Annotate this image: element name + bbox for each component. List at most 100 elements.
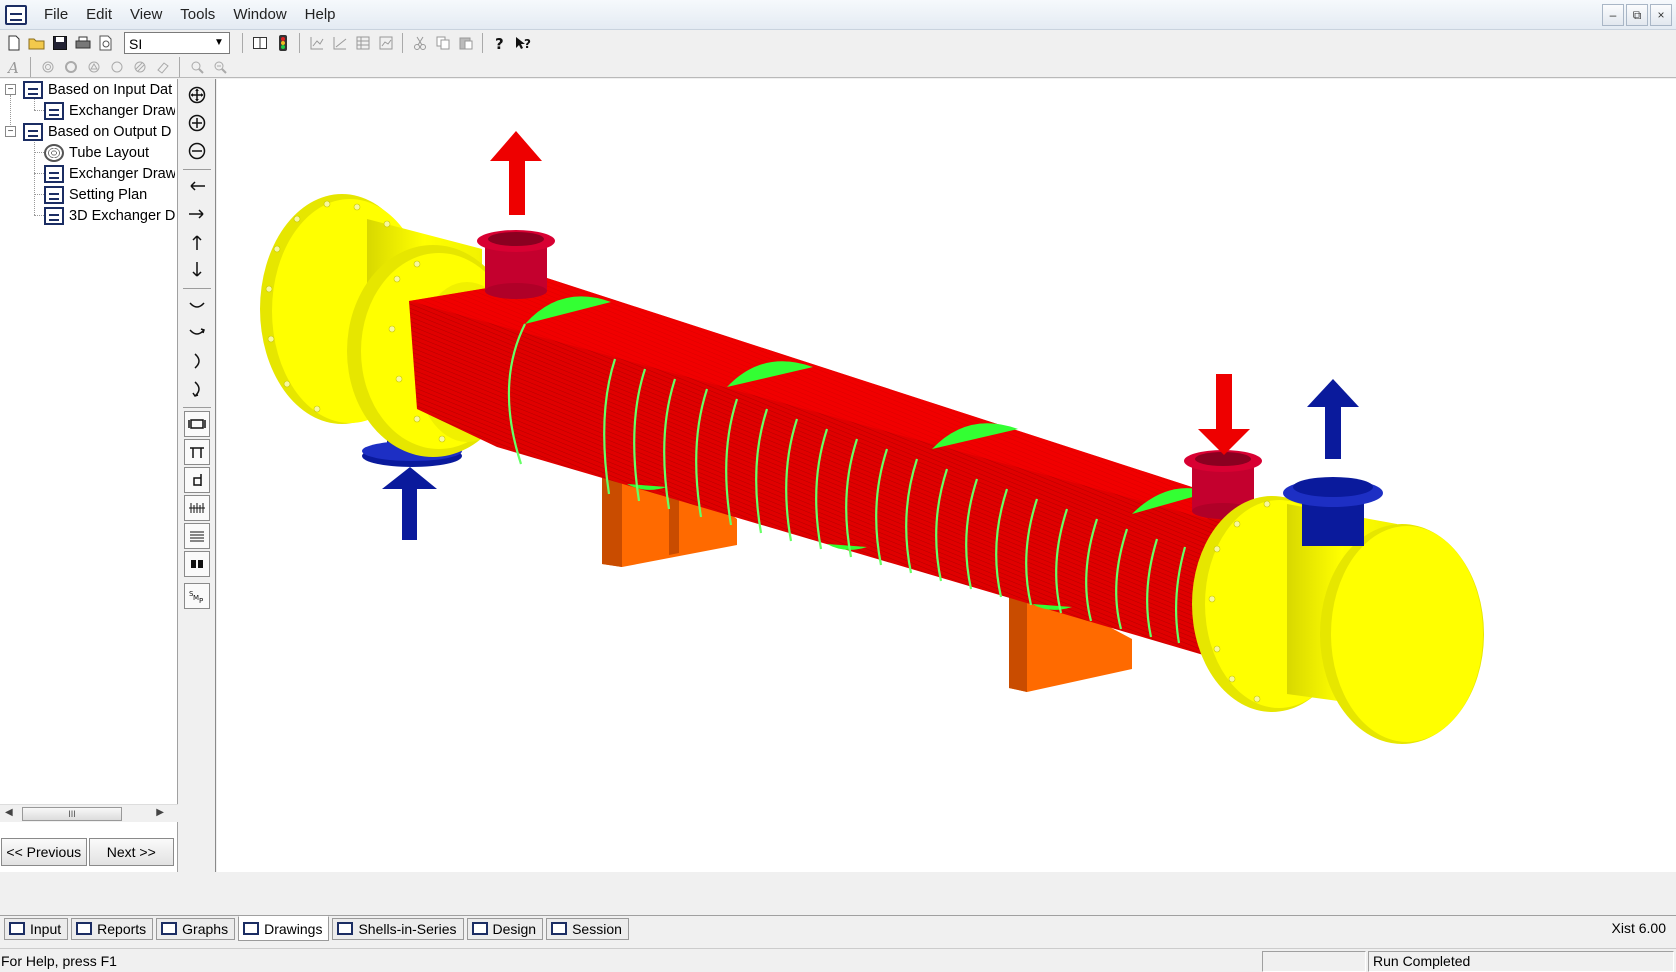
restore-button[interactable]: ⧉ (1626, 4, 1648, 26)
run-traffic-light-icon[interactable] (272, 33, 293, 54)
show-baffles-toggle-icon[interactable] (184, 495, 210, 521)
tab-label: Shells-in-Series (358, 920, 457, 937)
reports-icon (76, 922, 93, 935)
next-button[interactable]: Next >> (88, 838, 174, 866)
arrow-up-icon[interactable] (184, 229, 210, 255)
tab-input[interactable]: Input (4, 917, 69, 940)
tree-item-input-data[interactable]: − Based on Input Dat (5, 79, 175, 100)
collapse-icon[interactable]: − (5, 126, 16, 137)
scroll-right-icon[interactable]: ▶ (156, 807, 164, 818)
menu-edit[interactable]: Edit (77, 0, 121, 30)
tab-label: Design (492, 920, 537, 937)
tab-label: Input (30, 920, 62, 937)
open-folder-icon[interactable] (26, 33, 47, 54)
collapse-icon[interactable]: − (5, 84, 16, 95)
scroll-left-icon[interactable]: ◀ (5, 807, 13, 818)
show-supports-toggle-icon[interactable] (184, 551, 210, 577)
chevron-down-icon[interactable]: ▼ (211, 34, 227, 52)
tree-item-setting-plan[interactable]: Setting Plan (44, 184, 175, 205)
labels-toggle-icon[interactable]: SMP (184, 583, 210, 609)
tree-item-label: Exchanger Draw (69, 102, 175, 119)
exchanger-3d-drawing (260, 131, 1484, 744)
arrow-left-icon[interactable] (184, 173, 210, 199)
shell-body (409, 278, 1232, 659)
graph-icon[interactable] (329, 33, 350, 54)
tube-layout-icon (44, 143, 64, 162)
ellipse-tool-icon[interactable] (106, 56, 127, 77)
eraser-tool-icon[interactable] (152, 56, 173, 77)
menu-view[interactable]: View (121, 0, 171, 30)
tab-design[interactable]: Design (466, 917, 544, 940)
tab-session[interactable]: Session (546, 917, 629, 940)
ring-tool-icon[interactable] (60, 56, 81, 77)
previous-button[interactable]: << Previous (1, 838, 87, 866)
menu-file[interactable]: File (35, 0, 77, 30)
zoom-in-icon[interactable] (184, 110, 210, 136)
cut-icon[interactable] (409, 33, 430, 54)
drawing-toolbar: A (0, 56, 1676, 78)
show-shell-toggle-icon[interactable] (184, 411, 210, 437)
rotate-up-icon[interactable] (184, 292, 210, 318)
tree-item-exchanger-drawing-input[interactable]: Exchanger Draw (44, 100, 175, 121)
triangle-tool-icon[interactable] (83, 56, 104, 77)
print-icon[interactable] (72, 33, 93, 54)
tab-drawings[interactable]: Drawings (238, 916, 330, 941)
status-pane-empty (1262, 951, 1366, 972)
arrow-down-icon[interactable] (184, 257, 210, 283)
save-icon[interactable] (49, 33, 70, 54)
report-icon[interactable] (375, 33, 396, 54)
chart-icon[interactable] (306, 33, 327, 54)
tree-item-output-data[interactable]: − Based on Output D (5, 121, 175, 142)
menu-help[interactable]: Help (296, 0, 345, 30)
tree-item-label: Based on Input Dat (48, 81, 173, 98)
show-nozzles-toggle-icon[interactable] (184, 439, 210, 465)
tab-shells-in-series[interactable]: Shells-in-Series (332, 917, 464, 940)
show-heads-toggle-icon[interactable] (184, 467, 210, 493)
svg-text:P: P (199, 597, 203, 604)
close-button[interactable]: × (1650, 4, 1672, 26)
units-select[interactable]: SI ▼ (124, 32, 230, 54)
units-select-value: SI (129, 36, 143, 52)
copy-icon[interactable] (432, 33, 453, 54)
scrollbar-thumb[interactable]: III (22, 807, 122, 821)
rotate-down-icon[interactable] (184, 320, 210, 346)
new-file-icon[interactable] (3, 33, 24, 54)
tree-item-3d-exchanger[interactable]: 3D Exchanger D (44, 205, 175, 226)
paste-icon[interactable] (455, 33, 476, 54)
zoom-out-icon[interactable] (209, 56, 230, 77)
drawing-icon (44, 185, 64, 204)
arrow-right-icon[interactable] (184, 201, 210, 227)
drawing-viewport[interactable] (217, 79, 1676, 872)
tree-horizontal-scrollbar[interactable]: ◀ III ▶ (0, 804, 178, 822)
show-tubes-toggle-icon[interactable] (184, 523, 210, 549)
table-icon[interactable] (352, 33, 373, 54)
drawings-icon (243, 922, 260, 935)
app-logo-icon[interactable] (5, 4, 27, 25)
graphs-icon (161, 922, 178, 935)
menu-tools[interactable]: Tools (171, 0, 224, 30)
zoom-out-icon[interactable] (184, 138, 210, 164)
context-help-icon[interactable]: ? (512, 33, 533, 54)
pan-icon[interactable] (184, 82, 210, 108)
print-preview-icon[interactable] (95, 33, 116, 54)
tab-label: Session (572, 920, 622, 937)
status-bar: For Help, press F1 Run Completed (0, 948, 1676, 972)
zoom-in-icon[interactable] (186, 56, 207, 77)
minimize-button[interactable]: – (1602, 4, 1624, 26)
tree-item-tube-layout[interactable]: Tube Layout (44, 142, 175, 163)
menu-window[interactable]: Window (224, 0, 295, 30)
tab-label: Drawings (264, 920, 323, 937)
tree-item-exchanger-drawing-output[interactable]: Exchanger Draw (44, 163, 175, 184)
split-view-icon[interactable] (249, 33, 270, 54)
tab-graphs[interactable]: Graphs (156, 917, 236, 940)
help-icon[interactable]: ? (489, 33, 510, 54)
toolbar-divider (30, 56, 31, 77)
tab-reports[interactable]: Reports (71, 917, 154, 940)
circle-tool-icon[interactable] (37, 56, 58, 77)
tree-item-label: 3D Exchanger D (69, 207, 175, 224)
rotate-right-icon[interactable] (184, 376, 210, 402)
rotate-left-icon[interactable] (184, 348, 210, 374)
drawing-icon (44, 101, 64, 120)
text-tool-icon[interactable]: A (3, 56, 24, 77)
hatch-tool-icon[interactable] (129, 56, 150, 77)
